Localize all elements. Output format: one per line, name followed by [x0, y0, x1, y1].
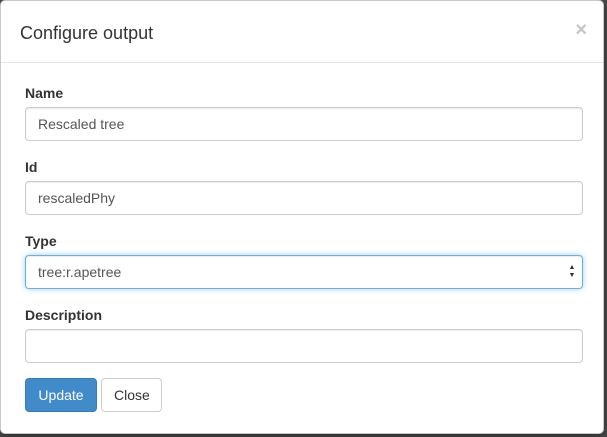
type-select-value[interactable]: tree:r.apetree	[25, 255, 583, 289]
close-button[interactable]: Close	[101, 378, 162, 412]
updown-arrows-icon: ▲ ▼	[568, 264, 576, 279]
type-label: Type	[25, 233, 57, 249]
update-button[interactable]: Update	[25, 378, 97, 412]
name-input[interactable]	[25, 107, 583, 141]
name-label: Name	[25, 85, 64, 101]
id-input[interactable]	[25, 181, 583, 215]
modal-header: Configure output ×	[1, 1, 603, 63]
description-input[interactable]	[25, 329, 583, 363]
id-label: Id	[25, 159, 38, 175]
modal-title: Configure output	[20, 23, 154, 43]
type-select[interactable]: tree:r.apetree ▲ ▼	[25, 255, 583, 289]
configure-output-dialog: Configure output × Name Id Type tree:r.a…	[0, 0, 604, 434]
close-icon[interactable]: ×	[575, 19, 587, 41]
description-label: Description	[25, 307, 103, 323]
